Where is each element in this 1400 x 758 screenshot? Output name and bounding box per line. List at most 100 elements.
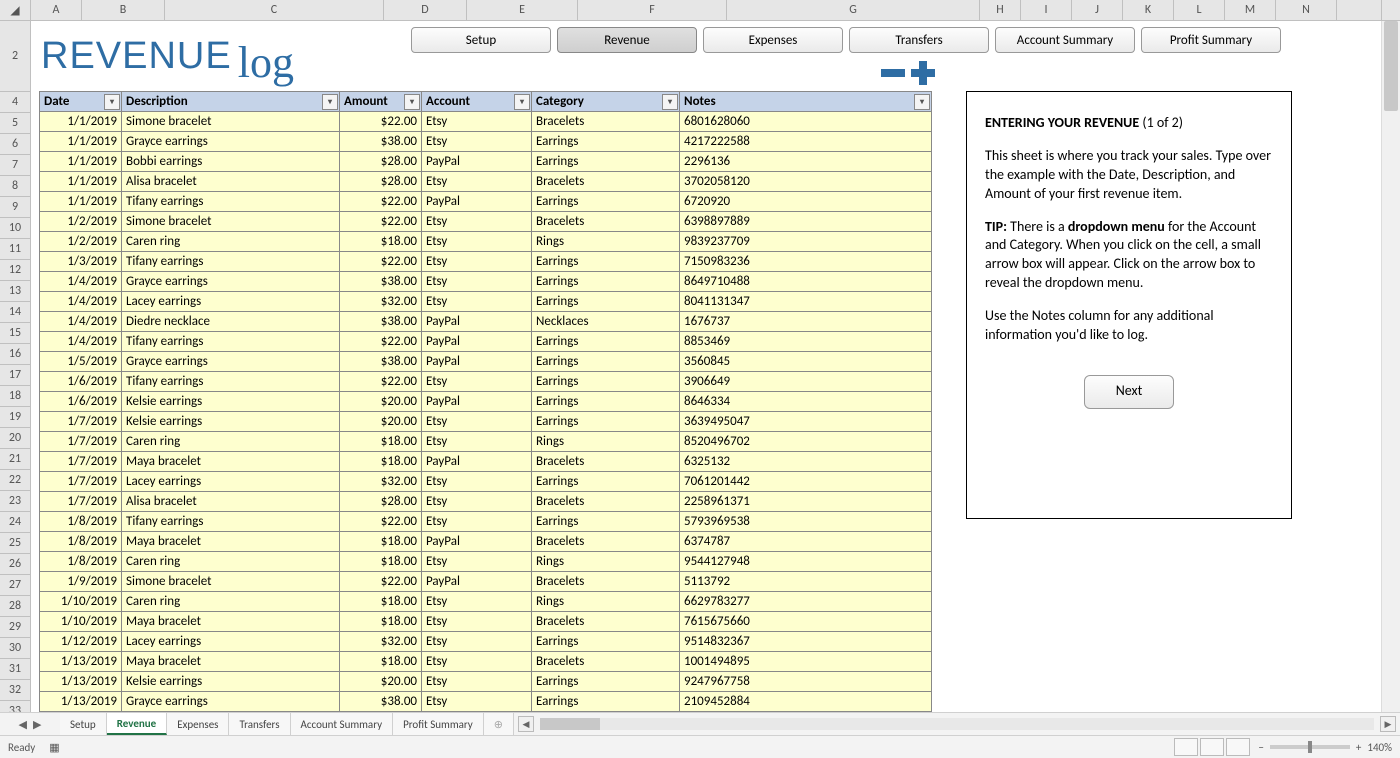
cell[interactable]: $28.00 xyxy=(340,152,422,172)
sheet-tab-profit-summary[interactable]: Profit Summary xyxy=(393,713,484,735)
sheet-tab-account-summary[interactable]: Account Summary xyxy=(291,713,394,735)
cell[interactable]: $18.00 xyxy=(340,452,422,472)
row-header-27[interactable]: 27 xyxy=(0,575,30,596)
cell[interactable]: $38.00 xyxy=(340,272,422,292)
cell[interactable]: $22.00 xyxy=(340,252,422,272)
cell[interactable]: 1/7/2019 xyxy=(40,492,122,512)
cell[interactable]: $32.00 xyxy=(340,472,422,492)
cell[interactable]: Bracelets xyxy=(532,212,680,232)
row-header-13[interactable]: 13 xyxy=(0,281,30,302)
cell[interactable]: Earrings xyxy=(532,292,680,312)
cell[interactable]: Etsy xyxy=(422,132,532,152)
col-header-category[interactable]: Category▾ xyxy=(532,92,680,112)
nav-button-revenue[interactable]: Revenue xyxy=(557,27,697,53)
table-row[interactable]: 1/1/2019Grayce earrings$38.00EtsyEarring… xyxy=(40,132,932,152)
cell[interactable]: 8853469 xyxy=(680,332,932,352)
row-header-8[interactable]: 8 xyxy=(0,176,30,197)
nav-button-expenses[interactable]: Expenses xyxy=(703,27,843,53)
col-header-amount[interactable]: Amount▾ xyxy=(340,92,422,112)
row-header-24[interactable]: 24 xyxy=(0,512,30,533)
nav-button-profit-summary[interactable]: Profit Summary xyxy=(1141,27,1281,53)
cell[interactable]: 1/4/2019 xyxy=(40,312,122,332)
cell[interactable]: 1/1/2019 xyxy=(40,172,122,192)
cell[interactable]: 1/4/2019 xyxy=(40,292,122,312)
cell[interactable]: Etsy xyxy=(422,232,532,252)
cell[interactable]: Simone bracelet xyxy=(122,112,340,132)
cell[interactable]: Earrings xyxy=(532,672,680,692)
cell[interactable]: Bracelets xyxy=(532,452,680,472)
cell[interactable]: Bracelets xyxy=(532,612,680,632)
row-header-16[interactable]: 16 xyxy=(0,344,30,365)
cell[interactable]: Bracelets xyxy=(532,172,680,192)
row-header-33[interactable]: 33 xyxy=(0,701,30,712)
sheet-tab-expenses[interactable]: Expenses xyxy=(167,713,229,735)
cell[interactable]: 1/3/2019 xyxy=(40,252,122,272)
row-header-2[interactable]: 2 xyxy=(0,21,30,92)
cell[interactable]: 5113792 xyxy=(680,572,932,592)
cell[interactable]: $18.00 xyxy=(340,612,422,632)
cell[interactable]: PayPal xyxy=(422,192,532,212)
table-row[interactable]: 1/13/2019Maya bracelet$18.00EtsyBracelet… xyxy=(40,652,932,672)
cell[interactable]: Bobbi earrings xyxy=(122,152,340,172)
cell[interactable]: Earrings xyxy=(532,152,680,172)
cell[interactable]: Bracelets xyxy=(532,652,680,672)
cell[interactable]: $18.00 xyxy=(340,652,422,672)
cell[interactable]: $20.00 xyxy=(340,412,422,432)
cell[interactable]: Earrings xyxy=(532,252,680,272)
cell[interactable]: $18.00 xyxy=(340,552,422,572)
cell[interactable]: 1/7/2019 xyxy=(40,412,122,432)
cell[interactable]: Bracelets xyxy=(532,112,680,132)
cell[interactable]: $28.00 xyxy=(340,172,422,192)
table-row[interactable]: 1/6/2019Tifany earrings$22.00EtsyEarring… xyxy=(40,372,932,392)
cell[interactable]: 1/6/2019 xyxy=(40,372,122,392)
cell[interactable]: Kelsie earrings xyxy=(122,392,340,412)
cell[interactable]: Earrings xyxy=(532,472,680,492)
cell[interactable]: Etsy xyxy=(422,292,532,312)
nav-button-transfers[interactable]: Transfers xyxy=(849,27,989,53)
cell[interactable]: 3702058120 xyxy=(680,172,932,192)
zoom-out-icon[interactable]: − xyxy=(1258,741,1263,754)
row-header-10[interactable]: 10 xyxy=(0,218,30,239)
cell[interactable]: 1/13/2019 xyxy=(40,692,122,712)
col-header-notes[interactable]: Notes▾ xyxy=(680,92,932,112)
row-header-28[interactable]: 28 xyxy=(0,596,30,617)
table-row[interactable]: 1/12/2019Lacey earrings$32.00EtsyEarring… xyxy=(40,632,932,652)
col-header-N[interactable]: N xyxy=(1276,0,1337,20)
cell[interactable]: Etsy xyxy=(422,612,532,632)
vertical-scrollbar[interactable] xyxy=(1381,21,1400,712)
cell[interactable]: Grayce earrings xyxy=(122,692,340,712)
col-header-I[interactable]: I xyxy=(1021,0,1072,20)
col-header-H[interactable]: H xyxy=(980,0,1021,20)
cell[interactable]: Rings xyxy=(532,432,680,452)
cell[interactable]: PayPal xyxy=(422,352,532,372)
zoom-slider[interactable] xyxy=(1270,745,1350,749)
table-row[interactable]: 1/4/2019Grayce earrings$38.00EtsyEarring… xyxy=(40,272,932,292)
cell[interactable]: 1/7/2019 xyxy=(40,452,122,472)
view-mode-buttons[interactable] xyxy=(1174,738,1250,756)
cell[interactable]: Bracelets xyxy=(532,572,680,592)
cell[interactable]: 2296136 xyxy=(680,152,932,172)
row-header-7[interactable]: 7 xyxy=(0,155,30,176)
zoom-in-icon[interactable]: + xyxy=(1356,741,1361,754)
cell[interactable]: Tifany earrings xyxy=(122,192,340,212)
row-header-11[interactable]: 11 xyxy=(0,239,30,260)
row-header-19[interactable]: 19 xyxy=(0,407,30,428)
cell[interactable]: 9247967758 xyxy=(680,672,932,692)
table-row[interactable]: 1/1/2019Tifany earrings$22.00PayPalEarri… xyxy=(40,192,932,212)
cell[interactable]: Bracelets xyxy=(532,492,680,512)
cell[interactable]: $22.00 xyxy=(340,192,422,212)
cell[interactable]: Tifany earrings xyxy=(122,252,340,272)
cell[interactable]: $18.00 xyxy=(340,232,422,252)
cell[interactable]: 9514832367 xyxy=(680,632,932,652)
cell[interactable]: Lacey earrings xyxy=(122,292,340,312)
row-header-20[interactable]: 20 xyxy=(0,428,30,449)
cell[interactable]: $32.00 xyxy=(340,292,422,312)
scroll-right-icon[interactable]: ▶ xyxy=(1380,716,1396,732)
cell[interactable]: Earrings xyxy=(532,192,680,212)
cell[interactable]: 2258961371 xyxy=(680,492,932,512)
cell[interactable]: $18.00 xyxy=(340,592,422,612)
cell[interactable]: Necklaces xyxy=(532,312,680,332)
cell[interactable]: 9544127948 xyxy=(680,552,932,572)
cell[interactable]: Etsy xyxy=(422,412,532,432)
cell[interactable]: Etsy xyxy=(422,372,532,392)
